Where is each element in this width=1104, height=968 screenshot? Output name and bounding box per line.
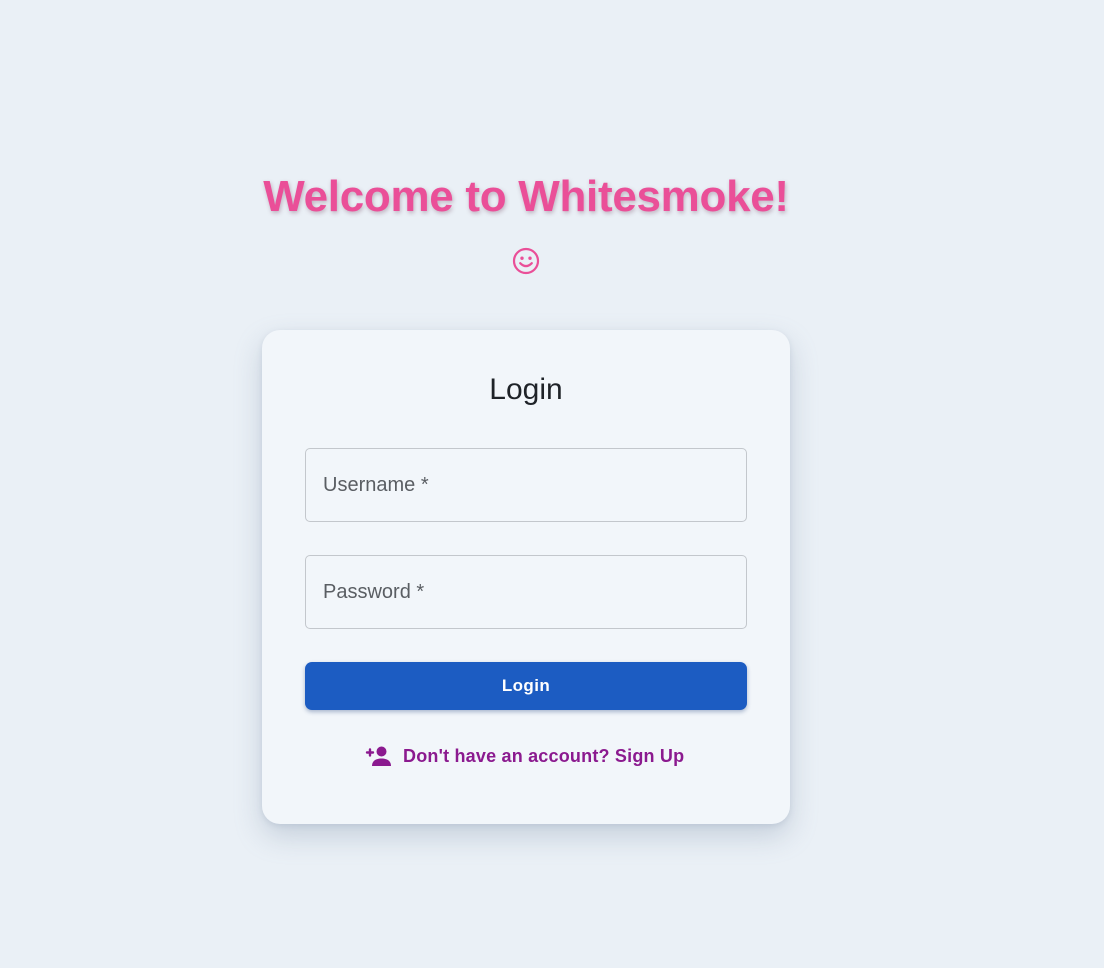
username-field[interactable] [305,448,747,522]
smiley-face-icon [512,247,540,275]
login-card-title: Login [489,373,563,406]
password-field[interactable] [305,555,747,629]
login-button[interactable]: Login [305,662,747,710]
signup-link[interactable]: Don't have an account? Sign Up [364,742,684,770]
welcome-heading: Welcome to Whitesmoke! [263,172,789,221]
person-add-icon [365,746,391,766]
signup-link-text: Don't have an account? Sign Up [403,745,685,766]
